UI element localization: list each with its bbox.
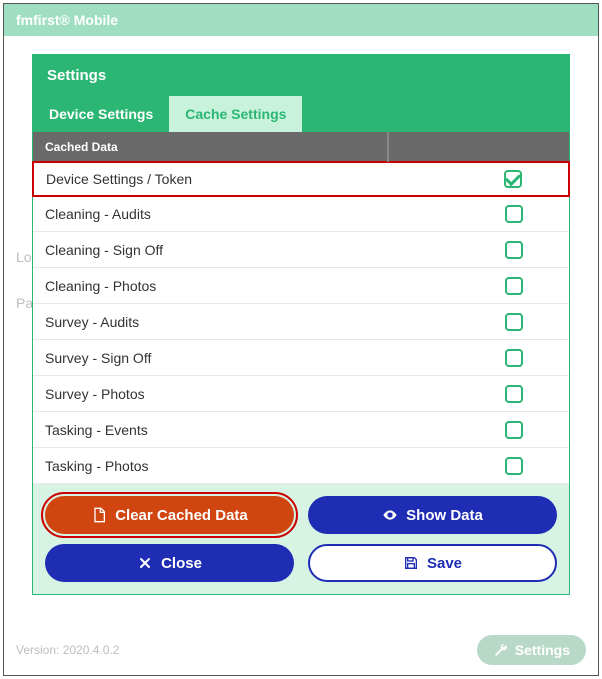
row-checkbox[interactable]	[505, 385, 523, 403]
row-checkbox[interactable]	[505, 241, 523, 259]
tab-cache-settings[interactable]: Cache Settings	[169, 96, 302, 132]
wrench-icon	[493, 642, 509, 658]
row-label: Survey - Sign Off	[33, 342, 459, 374]
clear-cached-data-button[interactable]: Clear Cached Data	[45, 496, 294, 534]
row-label: Tasking - Events	[33, 414, 459, 446]
table-row: Survey - Sign Off	[33, 340, 569, 376]
app-title: fmfirst® Mobile	[16, 12, 118, 28]
row-checkbox[interactable]	[505, 457, 523, 475]
row-label: Survey - Audits	[33, 306, 459, 338]
table-header-check	[389, 132, 569, 162]
table-row: Tasking - Events	[33, 412, 569, 448]
settings-button[interactable]: Settings	[477, 635, 586, 665]
button-area: Clear Cached Data Show Data Close Save	[33, 484, 569, 594]
row-label: Cleaning - Photos	[33, 270, 459, 302]
row-label: Tasking - Photos	[33, 450, 459, 482]
row-label: Survey - Photos	[33, 378, 459, 410]
app-title-bar: fmfirst® Mobile	[4, 4, 598, 36]
row-label: Cleaning - Audits	[33, 198, 459, 230]
table-header: Cached Data	[33, 132, 569, 162]
table-row: Device Settings / Token	[32, 161, 570, 197]
table-row: Cleaning - Audits	[33, 196, 569, 232]
row-checkbox[interactable]	[505, 313, 523, 331]
save-icon	[403, 555, 419, 571]
row-checkbox[interactable]	[505, 205, 523, 223]
row-label: Cleaning - Sign Off	[33, 234, 459, 266]
close-button[interactable]: Close	[45, 544, 294, 582]
table-rows: Device Settings / TokenCleaning - Audits…	[33, 161, 569, 484]
table-row: Tasking - Photos	[33, 448, 569, 484]
table-row: Survey - Photos	[33, 376, 569, 412]
save-button[interactable]: Save	[308, 544, 557, 582]
tabs: Device Settings Cache Settings	[33, 96, 569, 132]
close-icon	[137, 555, 153, 571]
table-row: Cleaning - Photos	[33, 268, 569, 304]
version-label: Version: 2020.4.0.2	[16, 643, 119, 657]
eye-icon	[382, 507, 398, 523]
row-checkbox[interactable]	[504, 170, 522, 188]
row-label: Device Settings / Token	[34, 163, 458, 195]
table-row: Cleaning - Sign Off	[33, 232, 569, 268]
tab-device-settings[interactable]: Device Settings	[33, 96, 169, 132]
table-row: Survey - Audits	[33, 304, 569, 340]
row-checkbox[interactable]	[505, 277, 523, 295]
settings-modal: Settings Device Settings Cache Settings …	[32, 54, 570, 595]
modal-title: Settings	[33, 55, 569, 96]
footer: Version: 2020.4.0.2 Settings	[16, 635, 586, 665]
show-data-button[interactable]: Show Data	[308, 496, 557, 534]
table-header-label: Cached Data	[33, 132, 389, 162]
document-icon	[91, 507, 107, 523]
row-checkbox[interactable]	[505, 421, 523, 439]
row-checkbox[interactable]	[505, 349, 523, 367]
